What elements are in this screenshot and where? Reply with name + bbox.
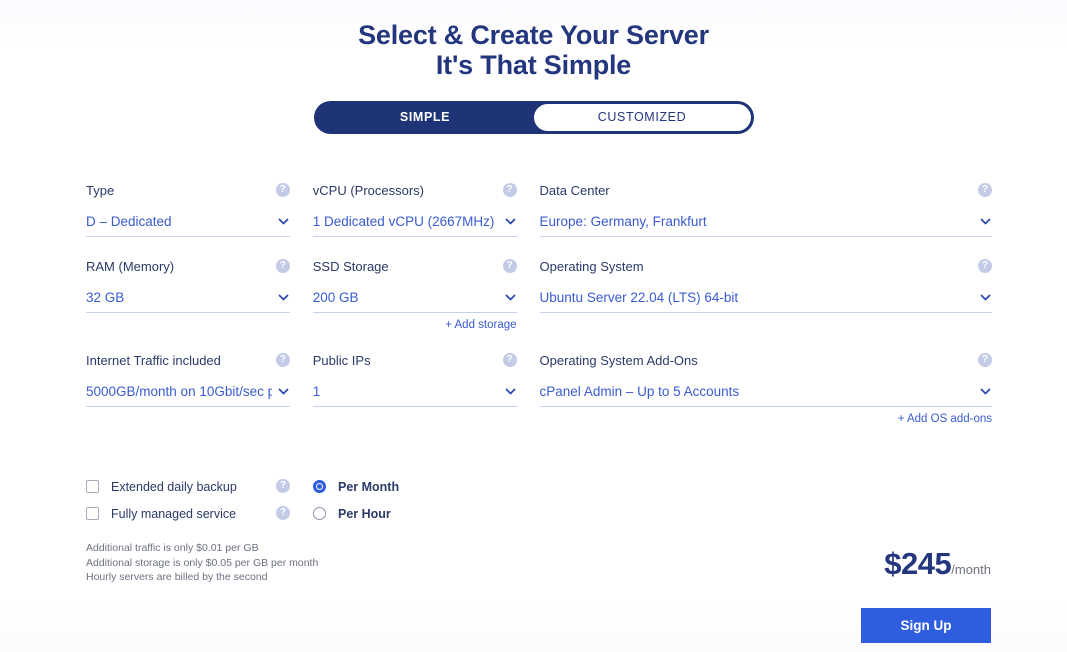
option-label-fully-managed-service: Fully managed service xyxy=(111,506,237,521)
field-label-data-center: Data Center xyxy=(539,183,610,198)
page-title-line-1: Select & Create Your Server xyxy=(358,20,709,50)
billing-label-per-hour: Per Hour xyxy=(338,506,391,521)
help-icon-ram[interactable]: ? xyxy=(275,259,290,273)
mode-toggle-wrapper: SIMPLE CUSTOMIZED xyxy=(0,101,1067,134)
field-ssd: SSD Storage ? 200 GB + Add storage xyxy=(312,259,517,331)
help-icon-public-ips[interactable]: ? xyxy=(502,353,517,367)
select-value-os-addons: cPanel Admin – Up to 5 Accounts xyxy=(539,384,740,399)
help-icon-os-addons[interactable]: ? xyxy=(978,353,992,367)
radio-per-month[interactable] xyxy=(313,480,326,493)
field-os-addons: Operating System Add-Ons ? cPanel Admin … xyxy=(539,353,992,425)
field-data-center: Data Center ? Europe: Germany, Frankfurt xyxy=(539,183,992,237)
select-value-public-ips: 1 xyxy=(312,384,321,399)
field-type: Type ? D – Dedicated xyxy=(86,183,290,237)
checkbox-extended-daily-backup[interactable] xyxy=(86,480,99,493)
chevron-down-icon xyxy=(277,385,290,398)
fine-print-line-2: Additional storage is only $0.05 per GB … xyxy=(86,556,319,569)
select-vcpu[interactable]: 1 Dedicated vCPU (2667MHz) xyxy=(312,212,517,237)
billing-option-per-month[interactable]: Per Month xyxy=(313,473,513,500)
billing-period-group: Per Month Per Hour xyxy=(313,473,513,527)
add-os-addons-link[interactable]: + Add OS add-ons xyxy=(540,413,992,425)
select-os-addons[interactable]: cPanel Admin – Up to 5 Accounts xyxy=(539,382,992,407)
form-row-2: RAM (Memory) ? 32 GB SSD Storage ? 200 G… xyxy=(86,259,992,331)
configuration-form: Type ? D – Dedicated vCPU (Processors) ?… xyxy=(86,183,992,425)
price-amount: $245 xyxy=(884,546,952,581)
fine-print: Additional traffic is only $0.01 per GB … xyxy=(86,541,318,585)
price-period: /month xyxy=(951,562,991,577)
field-traffic: Internet Traffic included ? 5000GB/month… xyxy=(86,353,290,425)
select-value-ram: 32 GB xyxy=(86,290,125,305)
field-label-os: Operating System xyxy=(539,259,644,274)
select-value-os: Ubuntu Server 22.04 (LTS) 64-bit xyxy=(539,290,739,305)
select-value-type: D – Dedicated xyxy=(86,214,172,229)
field-os: Operating System ? Ubuntu Server 22.04 (… xyxy=(539,259,992,331)
field-label-vcpu: vCPU (Processors) xyxy=(312,183,425,198)
field-label-public-ips: Public IPs xyxy=(312,353,371,368)
select-value-ssd: 200 GB xyxy=(312,290,359,305)
help-icon-traffic[interactable]: ? xyxy=(275,353,290,367)
server-configurator-page: Select & Create Your Server It's That Si… xyxy=(0,0,1067,652)
field-label-ssd: SSD Storage xyxy=(312,259,389,274)
select-ram[interactable]: 32 GB xyxy=(86,288,290,313)
field-label-ram: RAM (Memory) xyxy=(86,259,175,274)
help-icon-type[interactable]: ? xyxy=(275,183,290,197)
select-value-vcpu: 1 Dedicated vCPU (2667MHz) xyxy=(312,214,495,229)
chevron-down-icon xyxy=(504,291,517,304)
help-icon-data-center[interactable]: ? xyxy=(978,183,992,197)
select-traffic[interactable]: 5000GB/month on 10Gbit/sec p xyxy=(86,382,290,407)
fine-print-line-3: Hourly servers are billed by the second xyxy=(86,571,268,583)
chevron-down-icon xyxy=(504,385,517,398)
field-label-traffic: Internet Traffic included xyxy=(86,353,221,368)
chevron-down-icon xyxy=(277,215,290,228)
option-label-extended-daily-backup: Extended daily backup xyxy=(111,479,237,494)
select-public-ips[interactable]: 1 xyxy=(312,382,517,407)
select-data-center[interactable]: Europe: Germany, Frankfurt xyxy=(539,212,992,237)
radio-per-hour[interactable] xyxy=(313,507,326,520)
toggle-option-simple[interactable]: SIMPLE xyxy=(317,104,534,131)
toggle-option-customized[interactable]: CUSTOMIZED xyxy=(533,104,751,131)
chevron-down-icon xyxy=(277,291,290,304)
select-ssd[interactable]: 200 GB xyxy=(312,288,517,313)
add-storage-link[interactable]: + Add storage xyxy=(313,319,516,331)
field-vcpu: vCPU (Processors) ? 1 Dedicated vCPU (26… xyxy=(312,183,517,237)
select-os[interactable]: Ubuntu Server 22.04 (LTS) 64-bit xyxy=(539,288,992,313)
billing-label-per-month: Per Month xyxy=(338,479,400,494)
field-ram: RAM (Memory) ? 32 GB xyxy=(86,259,290,331)
select-type[interactable]: D – Dedicated xyxy=(86,212,290,237)
field-public-ips: Public IPs ? 1 xyxy=(312,353,517,425)
mode-toggle[interactable]: SIMPLE CUSTOMIZED xyxy=(313,101,754,134)
help-icon-fully-managed-service[interactable]: ? xyxy=(276,506,290,520)
price-summary: $245/month xyxy=(884,546,991,582)
help-icon-vcpu[interactable]: ? xyxy=(502,183,517,197)
help-icon-ssd[interactable]: ? xyxy=(502,259,517,273)
page-title-line-2: It's That Simple xyxy=(435,50,632,80)
page-title: Select & Create Your Server It's That Si… xyxy=(0,0,1067,80)
chevron-down-icon xyxy=(504,215,517,228)
select-value-traffic: 5000GB/month on 10Gbit/sec p xyxy=(86,384,272,399)
form-row-3: Internet Traffic included ? 5000GB/month… xyxy=(86,353,992,425)
field-label-os-addons: Operating System Add-Ons xyxy=(539,353,698,368)
help-icon-os[interactable]: ? xyxy=(978,259,992,273)
sign-up-button[interactable]: Sign Up xyxy=(861,608,991,643)
field-label-type: Type xyxy=(86,183,115,198)
select-value-data-center: Europe: Germany, Frankfurt xyxy=(539,214,707,229)
billing-option-per-hour[interactable]: Per Hour xyxy=(313,500,513,527)
form-row-1: Type ? D – Dedicated vCPU (Processors) ?… xyxy=(86,183,992,237)
help-icon-extended-daily-backup[interactable]: ? xyxy=(276,479,290,493)
fine-print-line-1: Additional traffic is only $0.01 per GB xyxy=(86,542,259,554)
checkbox-fully-managed-service[interactable] xyxy=(86,507,99,520)
